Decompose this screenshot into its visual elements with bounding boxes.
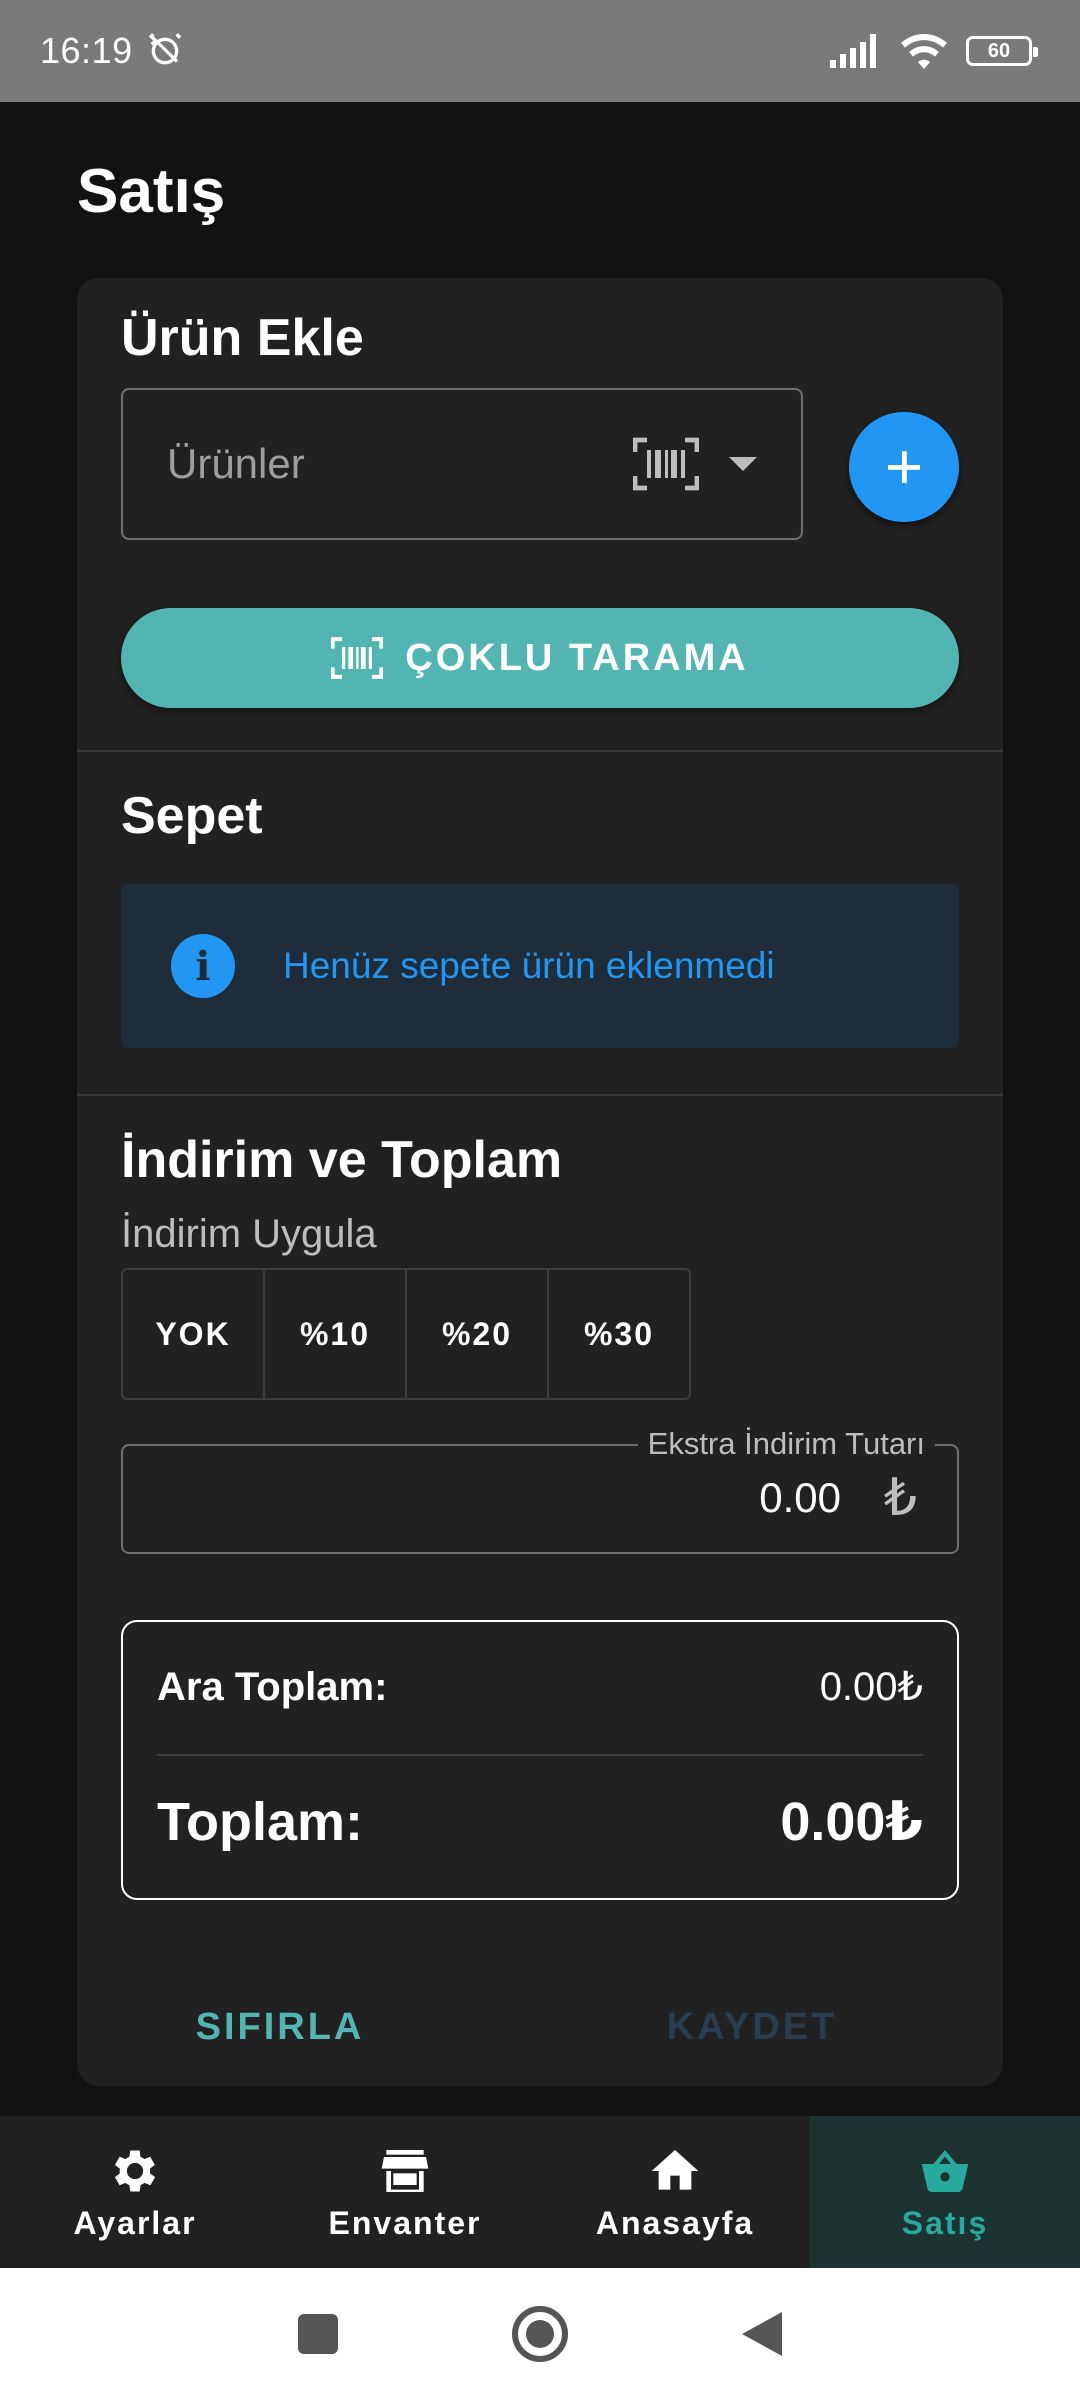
nav-item-home[interactable]: Anasayfa (540, 2116, 810, 2268)
status-bar: 16:19 60 (0, 0, 1080, 102)
alarm-off-icon (148, 33, 181, 65)
product-select[interactable]: Ürünler (121, 388, 803, 540)
extra-discount-value: 0.00 (759, 1474, 841, 1521)
nav-item-sales[interactable]: Satış (810, 2116, 1080, 2268)
discount-option-10[interactable]: %10 (265, 1270, 407, 1398)
extra-discount-label: Ekstra İndirim Tutarı (637, 1426, 935, 1462)
add-product-title: Ürün Ekle (121, 309, 364, 367)
nav-item-settings[interactable]: Ayarlar (0, 2116, 270, 2268)
battery-icon: 60 (966, 36, 1038, 66)
system-nav-bar (0, 2268, 1080, 2400)
status-left: 16:19 (40, 30, 187, 72)
extra-discount-field[interactable]: Ekstra İndirim Tutarı 0.00 ₺ (121, 1426, 959, 1554)
section-divider (77, 1094, 1003, 1096)
total-label: Toplam: (157, 1791, 363, 1852)
discount-title: İndirim ve Toplam (121, 1131, 563, 1189)
subtotal-value: 0.00₺ (819, 1665, 923, 1709)
multi-scan-label: ÇOKLU TARAMA (405, 636, 749, 679)
basket-icon (921, 2149, 969, 2192)
back-icon[interactable] (740, 2310, 784, 2358)
discount-option-none[interactable]: YOK (123, 1270, 265, 1398)
chevron-down-icon (729, 457, 757, 471)
multi-scan-button[interactable]: ÇOKLU TARAMA (121, 608, 959, 708)
save-button[interactable]: KAYDET (637, 1992, 867, 2062)
discount-options: YOK %10 %20 %30 (121, 1268, 691, 1400)
battery-level: 60 (987, 39, 1011, 62)
nav-label-settings: Ayarlar (73, 2204, 197, 2241)
sale-card: Ürün Ekle Ürünler ÇOKLU TARAMA Sepet i H… (77, 278, 1003, 2086)
store-icon (381, 2149, 429, 2192)
nav-item-inventory[interactable]: Envanter (270, 2116, 540, 2268)
total-value: 0.00₺ (780, 1792, 923, 1852)
home-icon (651, 2149, 699, 2190)
barcode-scan-icon (331, 637, 384, 679)
recents-icon[interactable] (296, 2312, 340, 2356)
reset-button[interactable]: SIFIRLA (165, 1992, 395, 2062)
nav-label-home: Anasayfa (595, 2204, 755, 2241)
page-title: Satış (77, 157, 226, 226)
bottom-nav: Ayarlar Envanter Anasayfa Satış (0, 2116, 1080, 2268)
discount-option-20[interactable]: %20 (407, 1270, 549, 1398)
nav-label-sales: Satış (901, 2204, 989, 2241)
total-row: Toplam: 0.00₺ (157, 1790, 923, 1853)
home-button-icon[interactable] (510, 2304, 570, 2364)
app-screen: { "status_bar": { "time": "16:19", "batt… (0, 0, 1080, 2400)
barcode-scan-icon[interactable] (633, 436, 699, 492)
totals-box: Ara Toplam: 0.00₺ Toplam: 0.00₺ (121, 1620, 959, 1900)
status-time: 16:19 (40, 30, 133, 71)
subtotal-label: Ara Toplam: (157, 1664, 388, 1709)
wifi-icon (901, 34, 947, 69)
nav-label-inventory: Envanter (328, 2204, 482, 2241)
subtotal-row: Ara Toplam: 0.00₺ (157, 1664, 923, 1710)
info-icon: i (171, 934, 235, 998)
discount-option-30[interactable]: %30 (549, 1270, 689, 1398)
signal-icon (830, 34, 876, 68)
cart-title: Sepet (121, 787, 263, 845)
section-divider (77, 750, 1003, 752)
lira-icon: ₺ (883, 1469, 917, 1527)
add-product-button[interactable] (849, 412, 959, 522)
product-select-placeholder: Ürünler (167, 440, 305, 487)
totals-divider (157, 1754, 923, 1756)
empty-cart-message: Henüz sepete ürün eklenmedi (283, 945, 775, 986)
status-right: 60 (830, 33, 1038, 69)
gear-icon (114, 2149, 156, 2192)
apply-discount-label: İndirim Uygula (121, 1212, 377, 1256)
plus-icon (888, 451, 920, 483)
empty-cart-alert: i Henüz sepete ürün eklenmedi (121, 884, 959, 1048)
